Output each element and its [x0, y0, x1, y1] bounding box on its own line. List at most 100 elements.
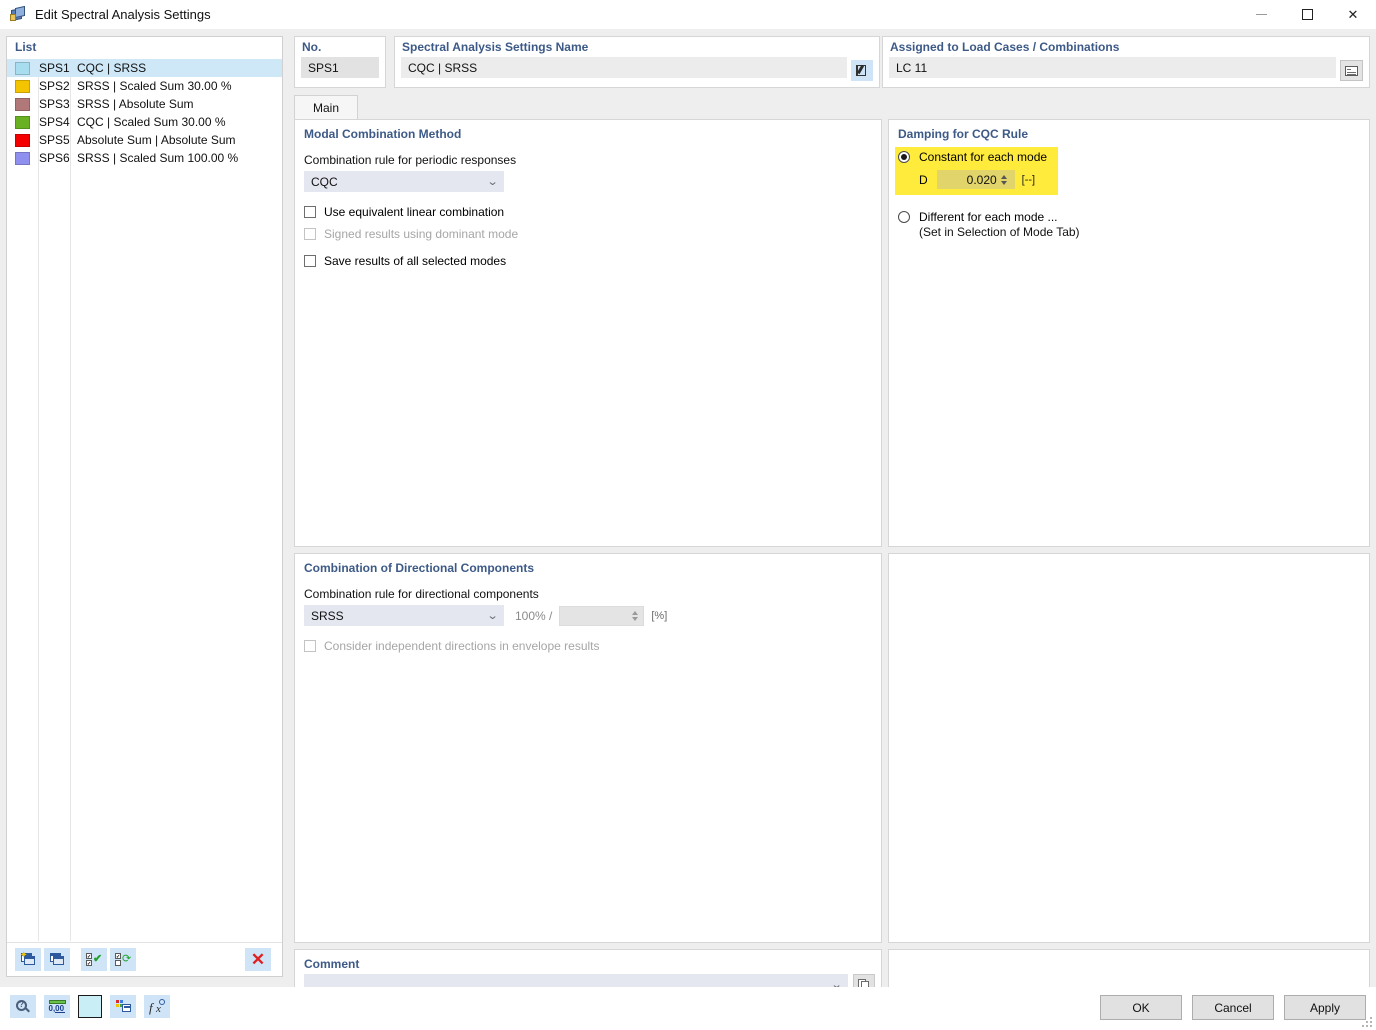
list-item-number: SPS1	[39, 61, 70, 75]
invert-selection-icon[interactable]: ✓ ⟳	[110, 948, 136, 971]
list-panel: List SPS1 CQC | SRSS SPS2 SRSS | Scaled Sum…	[6, 36, 283, 977]
tab-main[interactable]: Main	[294, 95, 359, 119]
directional-pct-stepper	[629, 606, 640, 625]
list-item-color-swatch	[15, 151, 30, 165]
list-item[interactable]: SPS1 CQC | SRSS	[7, 59, 282, 77]
checkbox-signed-results-label: Signed results using dominant mode	[324, 227, 519, 241]
directional-pct-input	[559, 605, 645, 626]
duplicate-item-icon[interactable]	[44, 948, 70, 971]
number-field-group: No. SPS1	[294, 36, 386, 88]
assigned-input[interactable]: LC 11	[889, 57, 1336, 78]
chevron-down-icon: ⌄	[486, 176, 499, 188]
tab-strip: Main	[294, 95, 1370, 119]
list-item-number: SPS5	[39, 133, 70, 147]
list-item-name: SRSS | Absolute Sum	[77, 97, 194, 111]
checkbox-independent-directions	[304, 640, 316, 652]
list-item[interactable]: SPS4 CQC | Scaled Sum 30.00 %	[7, 113, 282, 131]
checkbox-signed-results-row: Signed results using dominant mode	[304, 227, 881, 241]
ok-button[interactable]: OK	[1100, 995, 1182, 1020]
number-input[interactable]: SPS1	[301, 57, 379, 78]
title-bar: Edit Spectral Analysis Settings ✕	[0, 0, 1376, 29]
damping-d-label: D	[919, 172, 928, 187]
edit-pen-icon[interactable]	[851, 60, 873, 81]
select-all-icon[interactable]: ✓ ✓ ✔	[81, 948, 107, 971]
chevron-down-icon: ⌄	[486, 610, 499, 622]
close-button[interactable]: ✕	[1330, 0, 1376, 29]
damping-d-input[interactable]: 0.020	[936, 170, 1015, 189]
list-item-number: SPS2	[39, 79, 70, 93]
radio-different-row[interactable]: Different for each mode ...	[898, 210, 1080, 224]
list-item-name: SRSS | Scaled Sum 100.00 %	[77, 151, 239, 165]
display-properties-icon[interactable]	[110, 995, 136, 1018]
directional-rule-select[interactable]: SRSS ⌄	[304, 605, 504, 626]
checkbox-equivalent-linear-row[interactable]: Use equivalent linear combination	[304, 205, 881, 219]
checkbox-equivalent-linear-label: Use equivalent linear combination	[324, 205, 505, 219]
formula-icon[interactable]: fx	[144, 995, 170, 1018]
checkbox-independent-directions-row: Consider independent directions in envel…	[304, 639, 881, 653]
checkbox-independent-directions-label: Consider independent directions in envel…	[324, 639, 600, 653]
comment-title: Comment	[304, 957, 360, 971]
list-item-number: SPS6	[39, 151, 70, 165]
checkbox-save-results-label: Save results of all selected modes	[324, 254, 507, 268]
radio-different-label: Different for each mode ...	[919, 210, 1058, 224]
radio-constant-label: Constant for each mode	[919, 150, 1048, 164]
checkbox-equivalent-linear[interactable]	[304, 206, 316, 218]
radio-different-sublabel: (Set in Selection of Mode Tab)	[919, 225, 1080, 239]
radio-constant-row[interactable]: Constant for each mode	[898, 150, 1047, 164]
name-field-group: Spectral Analysis Settings Name CQC | SR…	[394, 36, 880, 88]
status-toolbar: ? 0,00 fx	[10, 995, 178, 1018]
checkbox-save-results-row[interactable]: Save results of all selected modes	[304, 254, 881, 268]
list-item[interactable]: SPS5 Absolute Sum | Absolute Sum	[7, 131, 282, 149]
load-case-list-icon[interactable]	[1340, 60, 1363, 81]
list-rows: SPS1 CQC | SRSS SPS2 SRSS | Scaled Sum 30.0…	[7, 59, 282, 941]
list-item-color-swatch	[15, 115, 30, 129]
list-item-number: SPS3	[39, 97, 70, 111]
assigned-field-group: Assigned to Load Cases / Combinations LC…	[882, 36, 1370, 88]
list-item-number: SPS4	[39, 115, 70, 129]
directional-rule-label: Combination rule for directional compone…	[304, 587, 539, 601]
periodic-rule-value: CQC	[311, 174, 338, 189]
number-format-icon[interactable]: 0,00	[44, 995, 70, 1018]
dialog-buttons: OK Cancel Apply	[1090, 995, 1366, 1020]
directional-pct-prefix: 100% /	[515, 608, 553, 623]
find-info-icon[interactable]: ?	[10, 995, 36, 1018]
radio-constant-for-each-mode[interactable]	[898, 151, 910, 163]
maximize-button[interactable]	[1284, 0, 1330, 29]
damping-d-value: 0.020	[966, 172, 997, 187]
list-item[interactable]: SPS6 SRSS | Scaled Sum 100.00 %	[7, 149, 282, 167]
resize-grip[interactable]	[1362, 1017, 1372, 1027]
damping-title: Damping for CQC Rule	[898, 127, 1029, 141]
list-item-name: Absolute Sum | Absolute Sum	[77, 133, 236, 147]
damping-panel: Damping for CQC Rule Constant for each m…	[888, 119, 1370, 547]
list-toolbar: ✦ ✓ ✓ ✔ ✓ ⟳ ✕	[7, 942, 282, 976]
bottom-bar: ? 0,00 fx OK Cancel Apply	[0, 987, 1376, 1030]
content-area: No. SPS1 Spectral Analysis Settings Name…	[288, 29, 1376, 997]
apply-button[interactable]: Apply	[1284, 995, 1366, 1020]
color-swatch[interactable]	[78, 995, 102, 1018]
damping-d-unit: [--]	[1021, 173, 1036, 186]
window-title: Edit Spectral Analysis Settings	[35, 7, 211, 22]
delete-item-icon[interactable]: ✕	[245, 948, 271, 971]
checkbox-save-results[interactable]	[304, 255, 316, 267]
cancel-button[interactable]: Cancel	[1192, 995, 1274, 1020]
damping-d-stepper[interactable]	[999, 170, 1010, 189]
new-item-icon[interactable]: ✦	[15, 948, 41, 971]
list-item-name: SRSS | Scaled Sum 30.00 %	[77, 79, 232, 93]
modal-combination-panel: Modal Combination Method Combination rul…	[294, 119, 882, 547]
periodic-rule-select[interactable]: CQC ⌄	[304, 171, 504, 192]
list-header: List	[15, 40, 37, 54]
list-item-name: CQC | SRSS	[77, 61, 147, 75]
modal-combination-title: Modal Combination Method	[304, 127, 462, 141]
list-item[interactable]: SPS3 SRSS | Absolute Sum	[7, 95, 282, 113]
list-item[interactable]: SPS2 SRSS | Scaled Sum 30.00 %	[7, 77, 282, 95]
list-item-color-swatch	[15, 97, 30, 111]
directional-pct-unit: [%]	[651, 609, 668, 622]
name-input[interactable]: CQC | SRSS	[401, 57, 847, 78]
minimize-button[interactable]	[1238, 0, 1284, 29]
app-icon	[9, 5, 27, 24]
list-item-color-swatch	[15, 79, 30, 93]
directional-rule-row: SRSS ⌄ 100% / [%]	[304, 605, 881, 626]
directional-title: Combination of Directional Components	[304, 561, 534, 575]
dialog-body: List SPS1 CQC | SRSS SPS2 SRSS | Scaled Sum…	[0, 29, 1376, 997]
radio-different-for-each-mode[interactable]	[898, 211, 910, 223]
